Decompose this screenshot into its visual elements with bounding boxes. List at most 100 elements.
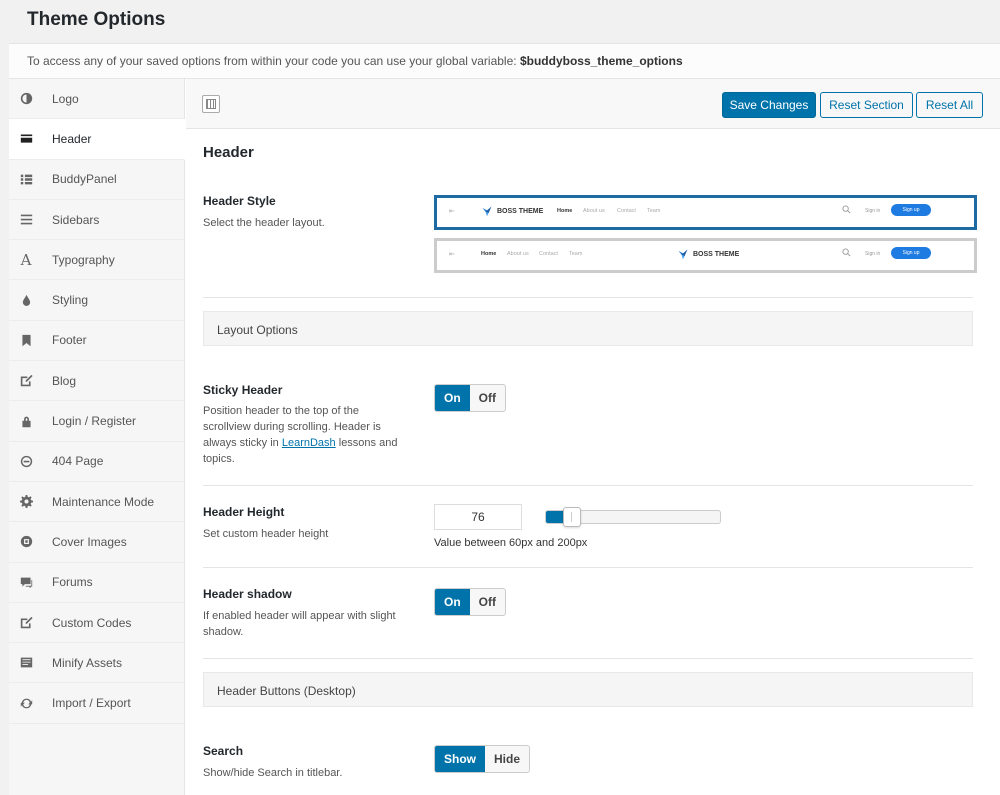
sidebar-item-label: Typography: [52, 252, 115, 267]
header-height-slider[interactable]: [545, 507, 721, 527]
sidebar-item-header[interactable]: Header: [9, 119, 185, 160]
drop-icon: [18, 292, 34, 308]
shadow-off-option[interactable]: Off: [470, 589, 505, 615]
header-layout-option-1[interactable]: ⇤ BOSS THEME Home About us Contact Team …: [434, 195, 977, 230]
edit-icon: [18, 615, 34, 631]
learndash-link[interactable]: LearnDash: [282, 437, 336, 449]
notice-variable: $buddyboss_theme_options: [519, 54, 683, 68]
preview-nav-item: About us: [507, 251, 529, 257]
section-content: Header Header Style Select the header la…: [186, 129, 1000, 795]
save-changes-button[interactable]: Save Changes: [722, 92, 816, 118]
header-style-desc: Select the header layout.: [203, 217, 325, 229]
sidebar-item-maintenance-mode[interactable]: Maintenance Mode: [9, 482, 184, 523]
sidebar-item-label: Styling: [52, 293, 89, 308]
sidebar-item-label: Cover Images: [52, 534, 127, 549]
sidebar-item-custom-codes[interactable]: Custom Codes: [9, 603, 184, 644]
reset-all-button[interactable]: Reset All: [916, 92, 983, 118]
logo-mark-icon: [482, 206, 492, 217]
sidebar-item-label: Login / Register: [52, 414, 137, 429]
camera-icon: [18, 534, 34, 550]
header-height-hint: Value between 60px and 200px: [434, 537, 588, 549]
sidebar-item-label: Import / Export: [52, 696, 131, 711]
header-shadow-toggle: On Off: [434, 588, 506, 616]
expand-options-icon[interactable]: [202, 95, 220, 113]
back-arrow-icon: ⇤: [449, 208, 455, 215]
lock-icon: [18, 413, 34, 429]
preview-logo: BOSS THEME: [677, 248, 739, 260]
sidebar-item-import-export[interactable]: Import / Export: [9, 683, 184, 724]
preview-sign-in: Sign in: [865, 251, 881, 257]
refresh-icon: [18, 695, 34, 711]
search-show-option[interactable]: Show: [435, 746, 485, 772]
slider-handle[interactable]: [562, 507, 581, 527]
page-title: Theme Options: [27, 9, 166, 30]
sticky-header-desc: Position header to the top of the scroll…: [203, 403, 403, 467]
sidebar-item-styling[interactable]: Styling: [9, 280, 184, 321]
search-icon: [842, 248, 851, 257]
font-icon: A: [20, 250, 32, 269]
shadow-on-option[interactable]: On: [435, 589, 470, 615]
preview-logo-text: BOSS THEME: [497, 207, 544, 215]
chat-icon: [18, 574, 34, 590]
sidebar-item-forums[interactable]: Forums: [9, 563, 184, 603]
section-title: Header: [203, 144, 254, 161]
search-hide-option[interactable]: Hide: [485, 746, 529, 772]
search-toggle: Show Hide: [434, 745, 531, 773]
sidebar-item-logo[interactable]: Logo: [9, 79, 184, 120]
search-desc: Show/hide Search in titlebar.: [203, 767, 343, 779]
preview-logo-text: BOSS THEME: [693, 250, 740, 258]
sticky-off-option[interactable]: Off: [470, 385, 505, 411]
preview-nav-item: Contact: [617, 208, 636, 214]
sidebar-item-404-page[interactable]: 404 Page: [9, 442, 184, 482]
sidebar-item-typography[interactable]: A Typography: [9, 240, 184, 281]
divider: [203, 567, 973, 568]
divider: [203, 658, 973, 659]
search-icon: [842, 205, 851, 214]
sidebar-item-buddypanel[interactable]: BuddyPanel: [9, 160, 184, 200]
header-height-desc: Set custom header height: [203, 528, 329, 540]
header-height-title: Header Height: [203, 505, 285, 519]
preview-nav-item: About us: [583, 208, 605, 214]
sidebar-item-cover-images[interactable]: Cover Images: [9, 522, 184, 563]
gear-icon: [18, 494, 34, 510]
sidebar-item-label: Minify Assets: [52, 655, 123, 670]
sticky-header-title: Sticky Header: [203, 383, 283, 397]
sidebar-item-label: Sidebars: [52, 212, 100, 227]
bookmark-icon: [18, 332, 34, 348]
preview-nav-item: Team: [647, 208, 661, 214]
sidebar-item-footer[interactable]: Footer: [9, 321, 184, 362]
sidebar-item-label: BuddyPanel: [52, 172, 117, 187]
options-sidebar: Logo Header BuddyPanel Sidebars A Typogr…: [9, 79, 185, 795]
header-layout-option-2[interactable]: ⇤ Home About us Contact Team BOSS THEME …: [434, 238, 977, 273]
layout-options-group: Layout Options: [203, 311, 973, 346]
card-icon: [18, 131, 34, 147]
notice-text: To access any of your saved options from…: [27, 54, 517, 68]
sidebar-item-label: Footer: [52, 333, 87, 348]
sticky-on-option[interactable]: On: [435, 385, 470, 411]
preview-sign-in: Sign in: [865, 208, 881, 214]
sidebar-item-sidebars[interactable]: Sidebars: [9, 200, 184, 241]
preview-nav-item: Home: [557, 208, 573, 214]
preview-nav-item: Team: [569, 251, 583, 257]
sidebar-item-label: Blog: [52, 373, 77, 388]
sidebar-item-login-register[interactable]: Login / Register: [9, 401, 184, 442]
header-shadow-desc: If enabled header will appear with sligh…: [203, 610, 396, 638]
preview-sign-up: Sign up: [891, 247, 931, 259]
reset-section-button[interactable]: Reset Section: [820, 92, 913, 118]
sidebar-item-label: Maintenance Mode: [52, 494, 155, 509]
header-height-input[interactable]: 76: [434, 504, 522, 530]
preview-logo: BOSS THEME: [481, 205, 543, 217]
header-buttons-group: Header Buttons (Desktop): [203, 672, 973, 707]
preview-nav-item: Contact: [539, 251, 558, 257]
sidebar-item-label: 404 Page: [52, 454, 104, 469]
divider: [203, 297, 973, 298]
header-shadow-title: Header shadow: [203, 587, 292, 601]
options-toolbar: Save Changes Reset Section Reset All: [186, 79, 1000, 129]
sidebar-item-label: Header: [52, 131, 92, 146]
sidebar-item-minify-assets[interactable]: Minify Assets: [9, 643, 184, 684]
page-header: Theme Options: [9, 0, 1000, 44]
divider: [203, 485, 973, 486]
sidebar-item-blog[interactable]: Blog: [9, 361, 184, 402]
menu-icon: [18, 212, 34, 228]
header-style-title: Header Style: [203, 194, 276, 208]
